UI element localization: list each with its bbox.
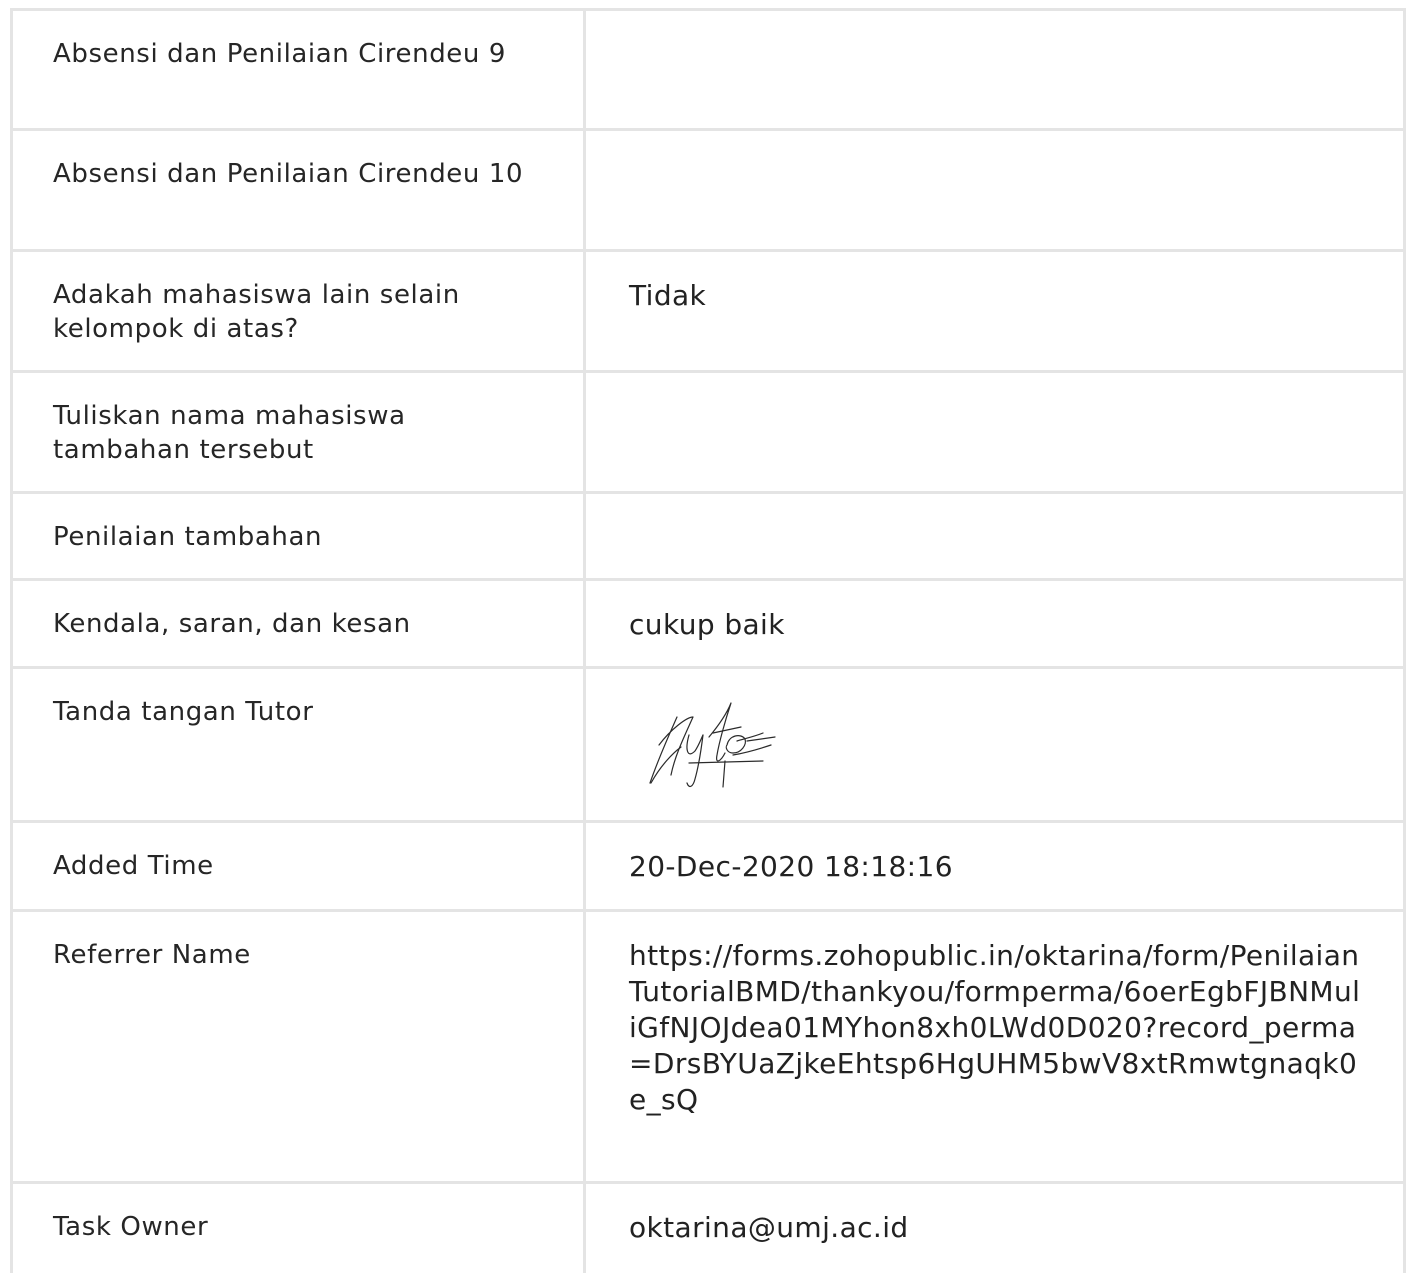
table-row: Adakah mahasiswa lain selain kelompok di… [10, 249, 1406, 373]
field-value-cell [583, 666, 1406, 823]
field-label: Penilaian tambahan [53, 522, 323, 552]
field-value-cell: https://forms.zohopublic.in/oktarina/for… [583, 909, 1406, 1184]
field-label-cell: Task Owner [10, 1181, 586, 1273]
tutor-signature-image [649, 702, 776, 788]
field-value [586, 131, 1403, 157]
submission-detail-table: Absensi dan Penilaian Cirendeu 9 Absensi… [10, 8, 1406, 1273]
table-row: Referrer Name https://forms.zohopublic.i… [10, 909, 1406, 1184]
field-value: Tidak [629, 279, 707, 312]
field-label-cell: Adakah mahasiswa lain selain kelompok di… [10, 249, 586, 373]
signature-container [586, 669, 1403, 795]
field-label-cell: Added Time [10, 820, 586, 912]
field-value-cell: cukup baik [583, 578, 1406, 669]
field-label: Tanda tangan Tutor [53, 697, 314, 727]
field-label-cell: Penilaian tambahan [10, 491, 586, 581]
field-value: cukup baik [629, 608, 785, 641]
table-row: Absensi dan Penilaian Cirendeu 9 [10, 8, 1406, 131]
field-value [586, 11, 1403, 37]
field-value-cell [583, 491, 1406, 581]
field-label: Referrer Name [53, 940, 251, 970]
table-row: Task Owner oktarina@umj.ac.id [10, 1181, 1406, 1273]
field-label-cell: Absensi dan Penilaian Cirendeu 10 [10, 128, 586, 252]
field-label-cell: Tuliskan nama mahasiswa tambahan tersebu… [10, 370, 586, 494]
field-value-cell [583, 8, 1406, 131]
field-value-cell: oktarina@umj.ac.id [583, 1181, 1406, 1273]
field-label: Tuliskan nama mahasiswa tambahan tersebu… [53, 401, 406, 465]
table-row: Absensi dan Penilaian Cirendeu 10 [10, 128, 1406, 252]
field-value-cell: 20-Dec-2020 18:18:16 [583, 820, 1406, 912]
field-label: Task Owner [53, 1212, 209, 1242]
field-label: Added Time [53, 851, 214, 881]
table-row: Tuliskan nama mahasiswa tambahan tersebu… [10, 370, 1406, 494]
table-row: Tanda tangan Tutor [10, 666, 1406, 823]
field-label: Absensi dan Penilaian Cirendeu 10 [53, 159, 524, 189]
table-row: Added Time 20-Dec-2020 18:18:16 [10, 820, 1406, 912]
field-label-cell: Referrer Name [10, 909, 586, 1184]
field-value-cell [583, 370, 1406, 494]
field-value [586, 494, 1403, 520]
referrer-url: https://forms.zohopublic.in/oktarina/for… [629, 939, 1361, 1116]
field-label-cell: Kendala, saran, dan kesan [10, 578, 586, 669]
table-row: Kendala, saran, dan kesan cukup baik [10, 578, 1406, 669]
field-value-cell [583, 128, 1406, 252]
field-label-cell: Tanda tangan Tutor [10, 666, 586, 823]
table-row: Penilaian tambahan [10, 491, 1406, 581]
field-value: 20-Dec-2020 18:18:16 [629, 850, 953, 883]
field-label: Adakah mahasiswa lain selain kelompok di… [53, 280, 460, 344]
field-label: Absensi dan Penilaian Cirendeu 9 [53, 39, 506, 69]
field-value-cell: Tidak [583, 249, 1406, 373]
task-owner-email: oktarina@umj.ac.id [629, 1211, 909, 1244]
field-label-cell: Absensi dan Penilaian Cirendeu 9 [10, 8, 586, 131]
field-value [586, 373, 1403, 399]
field-label: Kendala, saran, dan kesan [53, 609, 411, 639]
